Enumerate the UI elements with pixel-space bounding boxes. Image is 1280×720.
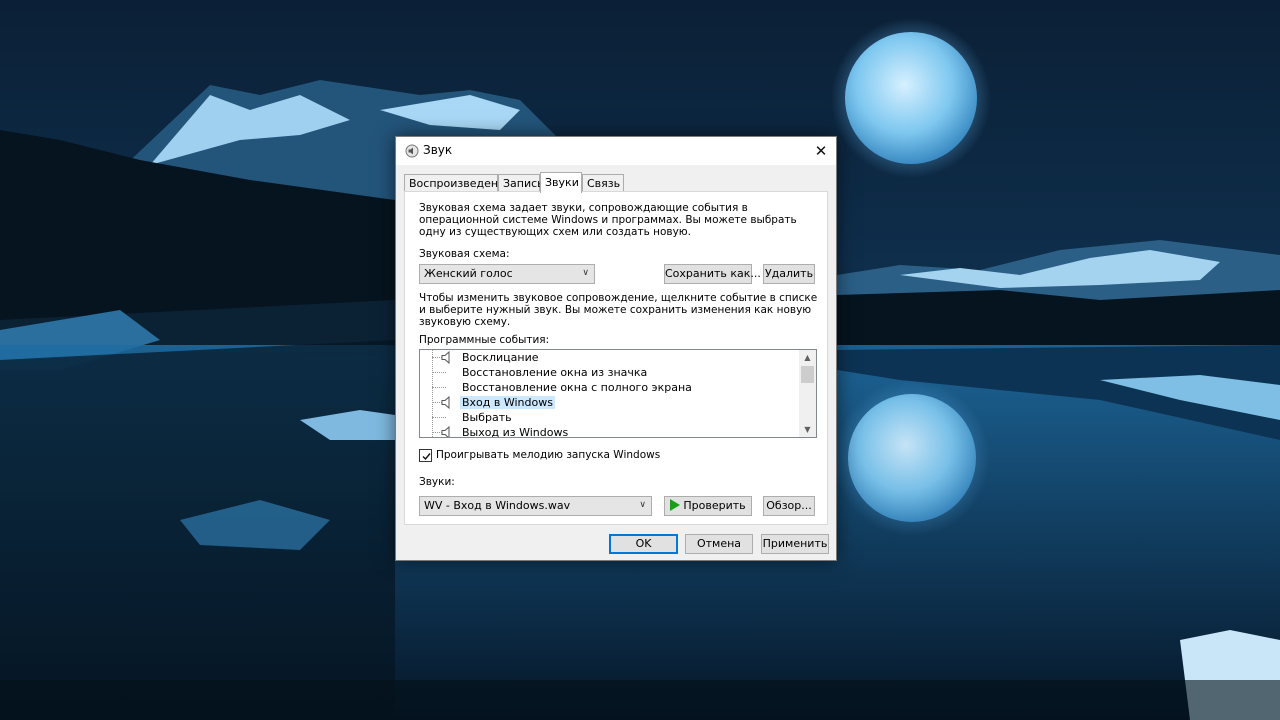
delete-button[interactable]: Удалить — [763, 264, 815, 284]
browse-button[interactable]: Обзор... — [763, 496, 815, 516]
chevron-down-icon: ∨ — [582, 268, 589, 278]
speaker-app-icon — [405, 144, 419, 158]
tab-playback[interactable]: Воспроизведение — [404, 174, 512, 192]
speaker-icon — [441, 426, 450, 437]
list-item[interactable]: Выбрать — [420, 410, 798, 425]
list-item[interactable]: Выход из Windows — [420, 425, 798, 437]
save-as-button[interactable]: Сохранить как... — [664, 264, 761, 284]
tab-sounds[interactable]: Звуки — [540, 172, 582, 193]
program-events-list[interactable]: Восклицание Восстановление окна из значк… — [419, 349, 817, 438]
scheme-select-value: Женский голос — [424, 267, 513, 280]
sound-dialog: Звук ✕ Воспроизведение Запись Звуки Связ… — [395, 136, 837, 561]
cancel-button[interactable]: Отмена — [685, 534, 753, 554]
events-label: Программные события: — [419, 334, 550, 346]
scheme-select[interactable]: Женский голос ∨ — [419, 264, 595, 284]
list-item-selected[interactable]: Вход в Windows — [420, 395, 798, 410]
scheme-description: Звуковая схема задает звуки, сопровождаю… — [419, 202, 797, 238]
window-title: Звук — [423, 143, 453, 157]
moon-reflection — [848, 394, 976, 522]
scroll-up-icon[interactable]: ▲ — [799, 350, 816, 365]
list-item[interactable]: Восстановление окна из значка — [420, 365, 798, 380]
ok-button[interactable]: OK — [609, 534, 678, 554]
test-button-label: Проверить — [683, 499, 746, 512]
moon — [845, 32, 977, 164]
tab-communications[interactable]: Связь — [582, 174, 624, 192]
close-icon[interactable]: ✕ — [806, 137, 836, 165]
checkmark-icon — [422, 453, 431, 461]
list-item[interactable]: Восклицание — [420, 350, 798, 365]
checkbox-box[interactable] — [419, 449, 432, 462]
sound-file-select[interactable]: WV - Вход в Windows.wav ∨ — [419, 496, 652, 516]
speaker-icon — [441, 396, 450, 409]
scheme-label: Звуковая схема: — [419, 248, 510, 260]
test-button[interactable]: Проверить — [664, 496, 752, 516]
scroll-thumb[interactable] — [801, 366, 814, 383]
tab-recording[interactable]: Запись — [498, 174, 544, 192]
events-scrollbar[interactable]: ▲ ▼ — [799, 350, 816, 437]
title-bar[interactable]: Звук ✕ — [396, 137, 836, 165]
play-icon — [670, 499, 681, 511]
sounds-label: Звуки: — [419, 476, 455, 488]
speaker-icon — [441, 351, 450, 364]
apply-button[interactable]: Применить — [761, 534, 829, 554]
startup-checkbox-label: Проигрывать мелодию запуска Windows — [436, 449, 661, 461]
sounds-tab-panel: Звуковая схема задает звуки, сопровождаю… — [404, 191, 828, 525]
chevron-down-icon: ∨ — [639, 500, 646, 510]
sound-file-value: WV - Вход в Windows.wav — [424, 499, 571, 512]
scroll-down-icon[interactable]: ▼ — [799, 422, 816, 437]
list-item[interactable]: Восстановление окна с полного экрана — [420, 380, 798, 395]
change-description: Чтобы изменить звуковое сопровождение, щ… — [419, 292, 818, 328]
